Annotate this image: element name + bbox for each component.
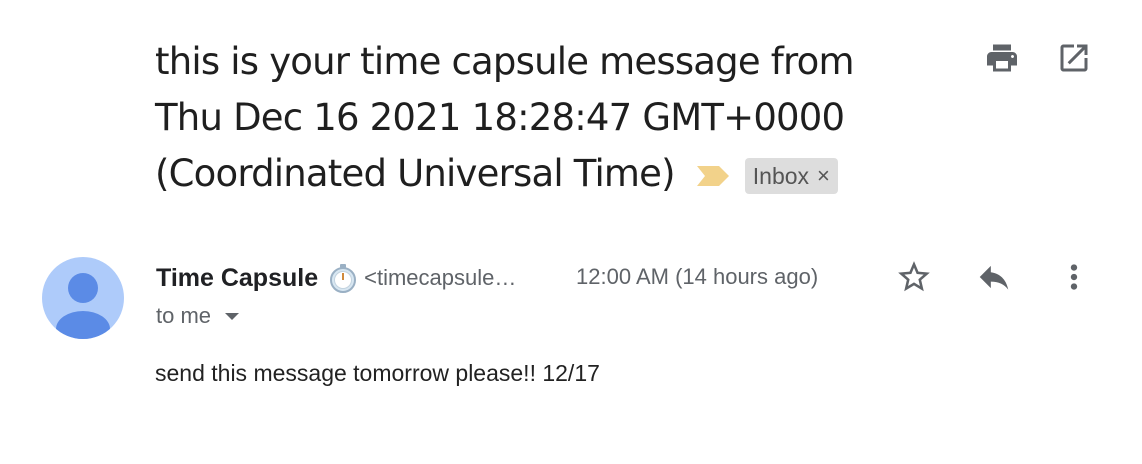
stopwatch-icon <box>330 264 357 293</box>
sender-email: <timecapsule… <box>364 265 517 290</box>
remove-label-button[interactable]: × <box>817 148 830 204</box>
more-vert-icon[interactable] <box>1055 258 1093 296</box>
label-chip-inbox: Inbox × <box>744 157 838 194</box>
label-chip-text: Inbox <box>752 162 810 189</box>
received-time: 12:00 AM (14 hours ago) <box>576 264 819 289</box>
caret-down-icon[interactable] <box>225 312 240 320</box>
subject-line-3-text: (Coordinated Universal Time) <box>155 152 676 195</box>
star-outline-icon[interactable] <box>895 258 933 296</box>
recipient-details-toggle[interactable]: to me <box>156 303 240 329</box>
open-in-new-window-icon[interactable] <box>1056 40 1092 76</box>
message-body: send this message tomorrow please!! 12/1… <box>155 360 600 386</box>
subject-line-1: this is your time capsule message from <box>155 40 855 83</box>
reply-icon[interactable] <box>975 258 1013 296</box>
avatar[interactable] <box>42 257 124 339</box>
importance-marker-icon[interactable] <box>695 164 731 188</box>
print-icon[interactable] <box>984 40 1020 76</box>
subject-line-3: (Coordinated Universal Time) Inbox × <box>155 146 955 202</box>
email-subject: this is your time capsule message from T… <box>155 34 955 202</box>
recipient-text: to me <box>156 303 212 328</box>
default-person-icon <box>42 257 124 339</box>
sender-row: Time Capsule <timecapsule… <box>156 262 516 294</box>
subject-line-2: Thu Dec 16 2021 18:28:47 GMT+0000 <box>155 96 845 139</box>
sender-name[interactable]: Time Capsule <box>156 264 318 293</box>
